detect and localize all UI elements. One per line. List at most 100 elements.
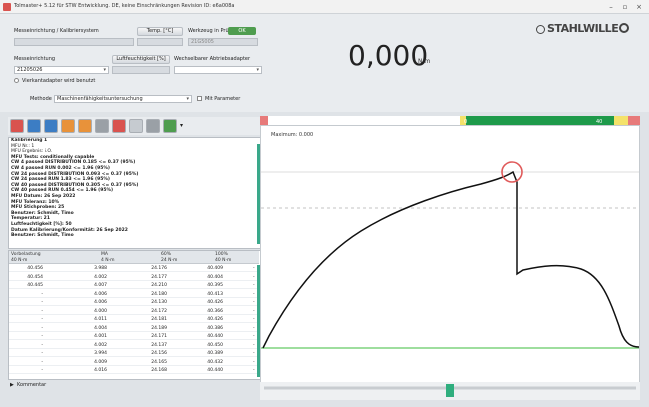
table-cell: - (41, 359, 43, 365)
status-toggle[interactable]: OK (228, 27, 256, 35)
row-end-dash: - (253, 308, 255, 314)
table-cell: - (41, 334, 43, 339)
table-cell: 40.386 (207, 325, 223, 331)
results-table: Vorbelastung 40 N·m MA 4 N·m 60% 24 N·m 100… (8, 250, 262, 380)
mit-parameter-label: Mit Parameter (205, 96, 241, 102)
table-cell: - (41, 368, 43, 373)
wechselbarer-abtriebsadapter-label: Wechselbarer Abtriebsadapter (174, 56, 251, 62)
table-cell: 24.189 (151, 325, 167, 331)
methode-select[interactable]: Maschinenfähigkeitsuntersuchung (54, 95, 192, 103)
row-end-dash: - (253, 317, 255, 322)
th-vorbelastung: Vorbelastung 40 N·m (11, 252, 41, 263)
row-end-dash: - (253, 266, 255, 271)
minimize-button[interactable]: – (605, 2, 617, 12)
table-cell: 40.445 (27, 283, 43, 288)
torque-unit: N·m (418, 58, 431, 65)
table-row[interactable]: 40.445 4.007 24.210 40.395 - (9, 282, 259, 289)
table-row[interactable]: - 4.002 24.137 40.450 - (9, 342, 259, 349)
toolbar-more-icon[interactable]: ▾ (180, 122, 183, 129)
comment-bar[interactable]: ▶ Kommentar (8, 381, 262, 389)
table-cell: 24.156 (151, 351, 167, 356)
table-row[interactable]: 40.454 4.002 24.177 40.404 - (9, 274, 259, 281)
temp-field (137, 38, 183, 46)
chart-timeline[interactable] (260, 382, 640, 400)
save-icon[interactable] (44, 119, 58, 133)
table-cell: - (41, 351, 43, 356)
th-top: Vorbelastung (11, 252, 41, 257)
th-100: 100% 40 N·m (215, 252, 231, 263)
temp-button[interactable]: Temp. [°C] (137, 27, 183, 36)
table-row[interactable]: - 4.006 24.180 40.413 - (9, 291, 259, 298)
th-bottom: 40 N·m (11, 257, 28, 263)
row-end-dash: - (253, 283, 255, 288)
table-cell: 40.426 (207, 317, 223, 322)
table-cell: 3.994 (94, 351, 107, 356)
tolerance-red-right (628, 116, 640, 125)
table-cell: 40.413 (207, 291, 223, 297)
maximize-button[interactable]: ▫ (619, 2, 631, 12)
table-cell: 4.001 (94, 334, 107, 339)
stahlwille-logo: STAHLWILLE (536, 22, 630, 35)
table-cell: 40.404 (207, 274, 223, 280)
table-row[interactable]: - 4.016 24.168 40.440 - (9, 367, 259, 374)
luftfeuchtigkeit-button[interactable]: Luftfeuchtigkeit [%] (112, 55, 170, 64)
tolerance-yellow-right (614, 116, 628, 125)
table-cell: 24.181 (151, 317, 167, 322)
th-bottom: 4 N·m (101, 257, 115, 263)
info-line: Benutzer: Schmidt, Timo (11, 233, 74, 239)
close-button[interactable]: × (633, 2, 645, 12)
app-icon (3, 3, 11, 11)
orange-folder-icon[interactable] (78, 119, 92, 133)
table-cell: 40.440 (207, 368, 223, 373)
th-bottom: 24 N·m (161, 257, 178, 263)
table-cell: 24.137 (151, 342, 167, 348)
row-end-dash: - (253, 325, 255, 331)
table-cell: 4.016 (94, 368, 107, 373)
table-cell: 4.000 (94, 308, 107, 314)
table-cell: 4.006 (94, 300, 107, 305)
table-cell: 24.172 (151, 308, 167, 314)
table-row[interactable]: 40.456 3.988 24.176 40.409 - (9, 265, 259, 272)
row-end-dash: - (253, 368, 255, 373)
print-icon[interactable] (10, 119, 24, 133)
comment-label: Kommentar (17, 382, 47, 388)
mit-parameter-checkbox[interactable] (197, 96, 202, 101)
green-icon[interactable] (163, 119, 177, 133)
orange-doc-icon[interactable] (61, 119, 75, 133)
toggle-label: OK (238, 28, 246, 34)
red-action-icon[interactable] (112, 119, 126, 133)
pencil-icon[interactable] (146, 119, 160, 133)
table-cell: - (41, 342, 43, 348)
table-cell: 4.007 (94, 283, 107, 288)
timeline-handle[interactable] (446, 384, 454, 397)
messeinrichtung-select[interactable]: 21205026 (14, 66, 109, 74)
table-cell: - (41, 308, 43, 314)
tolerance-red-left (260, 116, 268, 125)
table-row[interactable]: - 4.011 24.181 40.426 - (9, 316, 259, 323)
abtriebsadapter-select[interactable] (174, 66, 262, 74)
tolerance-green (466, 116, 614, 125)
table-row[interactable]: - 4.000 24.172 40.366 - (9, 308, 259, 315)
table-row[interactable]: - 4.009 24.165 40.432 - (9, 359, 259, 366)
table-row[interactable]: - 4.004 24.189 40.386 - (9, 325, 259, 332)
table-cell: 24.168 (151, 368, 167, 373)
chart-title: Maximum: 0.000 (271, 132, 313, 138)
table-cell: 40.450 (207, 342, 223, 348)
stahlwille-mark-icon (536, 24, 545, 34)
disabled-icon (129, 119, 143, 133)
expand-arrow-icon[interactable]: ▶ (10, 382, 14, 388)
printer-icon[interactable] (95, 119, 109, 133)
werkzeug-field: 21G5005 (188, 38, 258, 46)
table-row[interactable]: - 3.994 24.156 40.389 - (9, 350, 259, 357)
luftfeuchtigkeit-field (112, 66, 170, 74)
row-end-dash: - (253, 351, 255, 356)
table-row[interactable]: - 4.006 24.130 40.426 - (9, 299, 259, 306)
vierkantadapter-radio[interactable] (14, 78, 19, 83)
table-cell: 4.004 (94, 325, 107, 331)
table-cell: 4.002 (94, 342, 107, 348)
table-row[interactable]: - 4.001 24.171 40.440 - (9, 333, 259, 340)
table-cell: 40.409 (207, 266, 223, 271)
torque-curve (262, 170, 640, 349)
blue-doc-icon[interactable] (27, 119, 41, 133)
tolerance-bar: 0 40 (260, 116, 640, 125)
